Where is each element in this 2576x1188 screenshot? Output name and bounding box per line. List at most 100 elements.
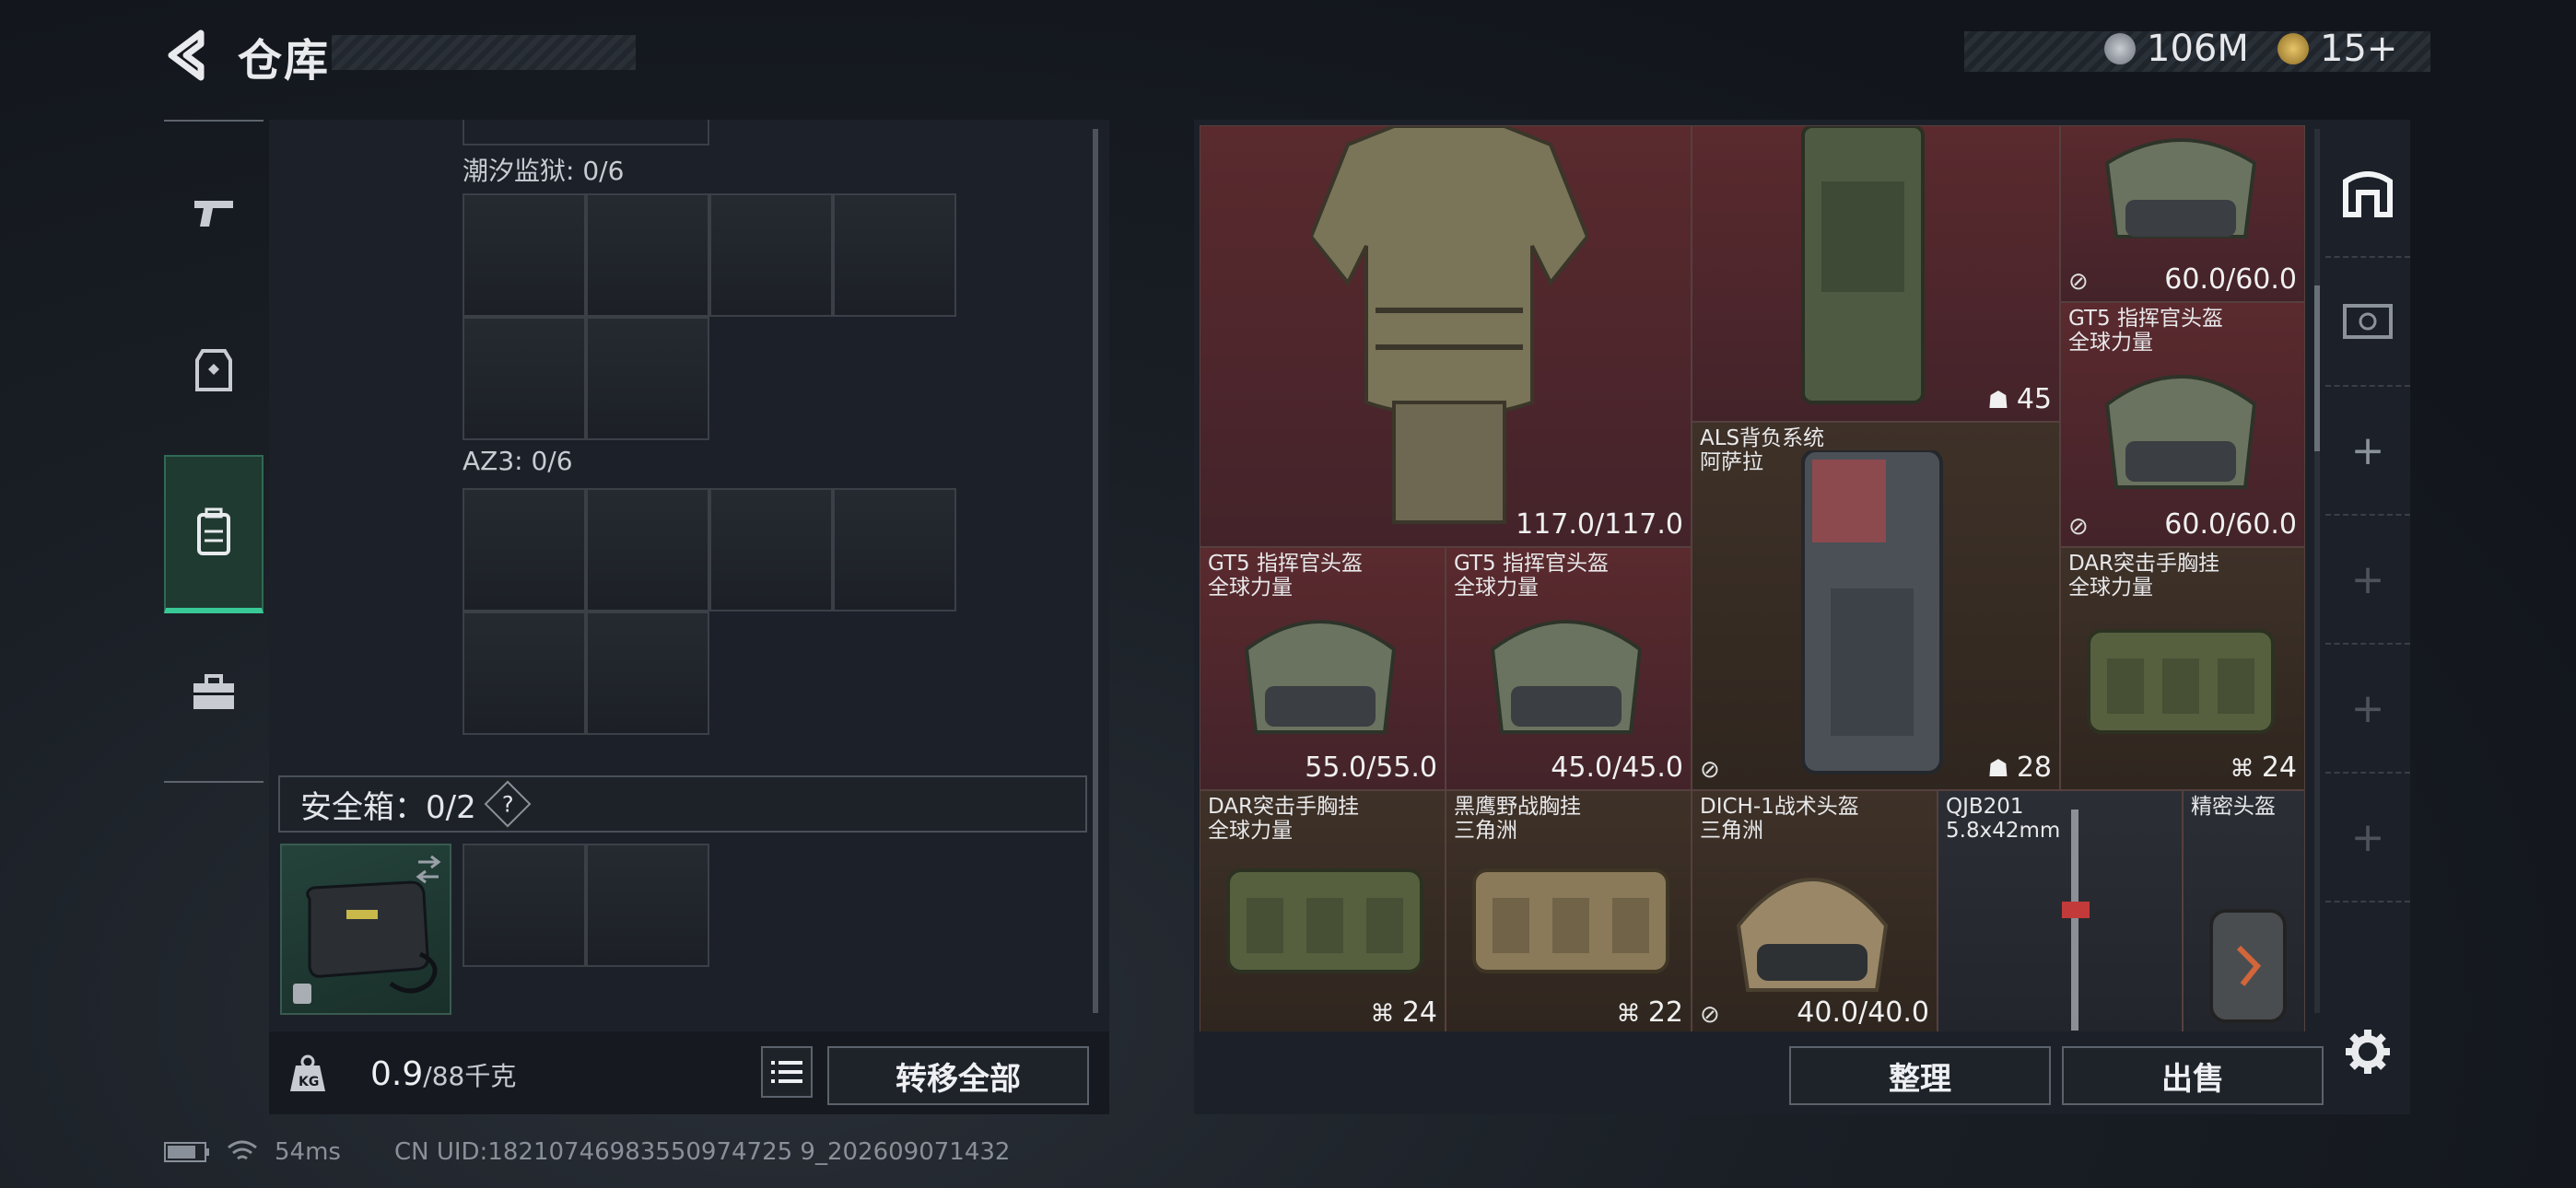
grid-slot[interactable] [586,488,709,611]
silver-coin-icon [2104,33,2136,64]
safe-case-icon [293,855,441,1004]
grid-slot[interactable] [709,193,833,317]
grid-slot[interactable] [833,193,956,317]
wifi-icon [228,1140,257,1160]
storage-tab-vault[interactable] [2325,258,2410,387]
inventory-item[interactable]: 117.0/117.0 [1200,125,1692,547]
inventory-item[interactable]: DAR突击手胸挂 全球力量 ⌘ 24 [2060,547,2305,790]
no-trade-icon: ⊘ [1700,1001,1720,1029]
add-storage-tab[interactable]: + [2325,645,2410,774]
right-scrollbar-thumb[interactable] [2314,285,2320,451]
chest-rig-icon [1226,868,1423,973]
safebox-label: 安全箱：0/2 [300,788,476,826]
pistol-icon [194,201,233,227]
inventory-item[interactable]: ☗ 45 [1692,125,2060,422]
helmet-icon [2104,375,2257,489]
inventory-item[interactable]: ALS背负系统 阿萨拉 ⊘ ☗ 28 [1692,422,2060,790]
safebox-slot[interactable] [463,844,586,967]
category-nav [164,120,263,783]
list-view-button[interactable] [761,1046,813,1098]
transfer-all-button[interactable]: 转移全部 [827,1046,1089,1105]
gold-coin-icon [2277,33,2309,64]
currency-1-value: 106M [2147,28,2249,70]
list-icon [771,1061,802,1083]
safebox-slot[interactable] [586,844,709,967]
inventory-item[interactable]: QJB201 5.8x42mm [1938,790,2183,1031]
inventory-item[interactable]: GT5 指挥官头盔 全球力量 55.0/55.0 [1200,547,1446,790]
inventory-item[interactable]: ⊘ 60.0/60.0 [2060,125,2305,302]
safebox-case[interactable] [280,844,451,1015]
inventory-item[interactable]: DAR突击手胸挂 全球力量 ⌘ 24 [1200,790,1446,1031]
durability: 55.0/55.0 [1305,751,1437,784]
inventory-item[interactable]: DICH-1战术头盔 三角洲 ⊘ 40.0/40.0 [1692,790,1938,1031]
item-faction: 三角洲 [1454,819,1517,843]
inventory-item[interactable]: GT5 指挥官头盔 全球力量 ⊘ 60.0/60.0 [2060,302,2305,547]
grid-slot[interactable] [709,488,833,611]
grid-slot[interactable] [463,317,586,440]
backpack-icon [197,507,230,555]
item-caliber: 5.8x42mm [1946,819,2061,843]
storage-tab-main[interactable] [2325,129,2410,258]
ammo-icon [2062,809,2090,1031]
body-armor-icon [1311,126,1587,524]
item-name: ALS背负系统 [1700,426,1825,450]
nav-weapons[interactable] [164,158,263,269]
durability: 60.0/60.0 [2164,263,2297,296]
toolbox-icon [193,674,234,709]
item-name: 黑鹰野战胸挂 [1454,795,1581,819]
item-name: DICH-1战术头盔 [1700,795,1859,819]
sell-button[interactable]: 出售 [2062,1046,2324,1105]
grid-slot[interactable] [463,193,586,317]
grid-slot[interactable] [463,611,586,735]
lock-icon [293,984,311,1004]
inventory-item[interactable]: 黑鹰野战胸挂 三角洲 ⌘ 22 [1446,790,1692,1031]
no-trade-icon: ⊘ [1700,756,1720,784]
tactical-helmet-icon [1736,878,1889,992]
item-name: QJB201 [1946,795,2024,819]
back-button[interactable] [164,28,210,83]
inventory-item[interactable]: 精密头盔 [2183,790,2305,1031]
durability: 117.0/117.0 [1516,508,1683,541]
inventory-item[interactable]: GT5 指挥官头盔 全球力量 45.0/45.0 [1446,547,1692,790]
gear-icon [2346,1030,2390,1074]
currency-2[interactable]: 15+ [2277,28,2397,70]
battery-icon [164,1142,209,1162]
grid-slot[interactable] [586,611,709,735]
capacity: ☗ 45 [1987,383,2052,415]
precision-helmet-icon [2209,909,2287,1023]
durability: 45.0/45.0 [1551,751,1683,784]
ping-value: 54ms [275,1138,341,1166]
left-scrollbar-thumb[interactable] [1093,129,1098,1013]
right-scrollbar[interactable] [2314,129,2320,1013]
item-faction: 全球力量 [2068,576,2153,600]
nav-backpack[interactable] [164,455,263,613]
grid-slot[interactable] [463,488,586,611]
page-title: 仓库 [238,35,331,87]
grid-slot[interactable] [586,317,709,440]
weight-value: 0.9/88千克 [370,1055,517,1093]
item-name: DAR突击手胸挂 [2068,552,2220,576]
storage-tabs: + + + + [2325,129,2410,1013]
add-storage-tab[interactable]: + [2325,516,2410,645]
backpack-frame-icon [1801,126,1925,404]
chest-rig-icon [1472,868,1669,973]
storage-icon [2343,171,2393,217]
inventory-grid: 117.0/117.0 ☗ 45 ⊘ 60.0/60.0 GT5 指挥官头盔 全球… [1200,125,2305,1031]
nav-toolbox[interactable] [164,637,263,748]
backpack-small-icon: ☗ [1987,387,2017,414]
capacity: ⌘ 24 [1370,996,1437,1029]
no-trade-icon: ⊘ [2068,268,2089,296]
grid-slot[interactable] [586,193,709,317]
container-label: AZ3: 0/6 [463,446,573,476]
sort-button[interactable]: 整理 [1789,1046,2051,1105]
help-icon[interactable]: ? [484,780,532,828]
grid-slot[interactable] [833,488,956,611]
status-bar: 54ms CN UID:18210746983550974725 9_20260… [164,1138,1010,1166]
nav-armor[interactable] [164,315,263,425]
settings-button[interactable] [2342,1026,2394,1077]
uid-text: CN UID:18210746983550974725 9_2026090714… [393,1138,1011,1166]
helmet-icon [1490,620,1643,734]
weight-icon: KG [284,1050,332,1098]
add-storage-tab[interactable]: + [2325,774,2410,903]
add-storage-tab[interactable]: + [2325,387,2410,516]
